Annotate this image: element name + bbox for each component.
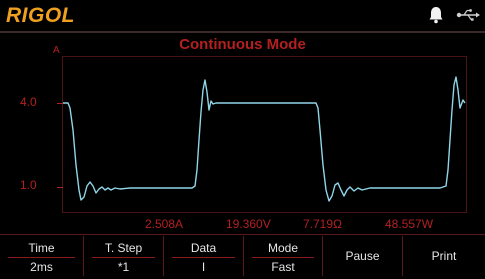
voltage-readout: 19.360V	[226, 217, 271, 231]
softkey-pause[interactable]: Pause	[323, 236, 403, 276]
softkey-print[interactable]: Print	[403, 236, 485, 276]
softkey-print-label: Print	[431, 249, 457, 263]
softkey-divider	[92, 257, 155, 258]
current-readout: 2.508A	[145, 217, 184, 231]
softkey-time-step-label: T. Step	[104, 241, 143, 255]
softkey-time-value: 2ms	[30, 260, 53, 274]
softkey-mode-value: Fast	[271, 260, 295, 274]
softkey-divider	[252, 257, 314, 258]
softkey-data-value: I	[201, 260, 206, 274]
softkey-time-step[interactable]: T. Step *1	[84, 236, 164, 276]
softkey-divider	[172, 257, 235, 258]
softkey-time-step-value: *1	[117, 260, 130, 274]
instrument-screen: RIGOL Continuous Mode A 4.0 1.0 2.508A 1…	[0, 0, 485, 278]
softkey-data-label: Data	[190, 241, 217, 255]
softkey-mode-label: Mode	[267, 241, 299, 255]
softkey-data[interactable]: Data I	[164, 236, 244, 276]
power-readout: 48.557W	[385, 217, 434, 231]
softkey-divider	[8, 257, 75, 258]
softkey-time[interactable]: Time 2ms	[0, 236, 84, 276]
softkey-pause-label: Pause	[345, 249, 380, 263]
resistance-readout: 7.719Ω	[303, 217, 342, 231]
softkey-time-label: Time	[28, 241, 55, 255]
softkey-mode[interactable]: Mode Fast	[244, 236, 323, 276]
